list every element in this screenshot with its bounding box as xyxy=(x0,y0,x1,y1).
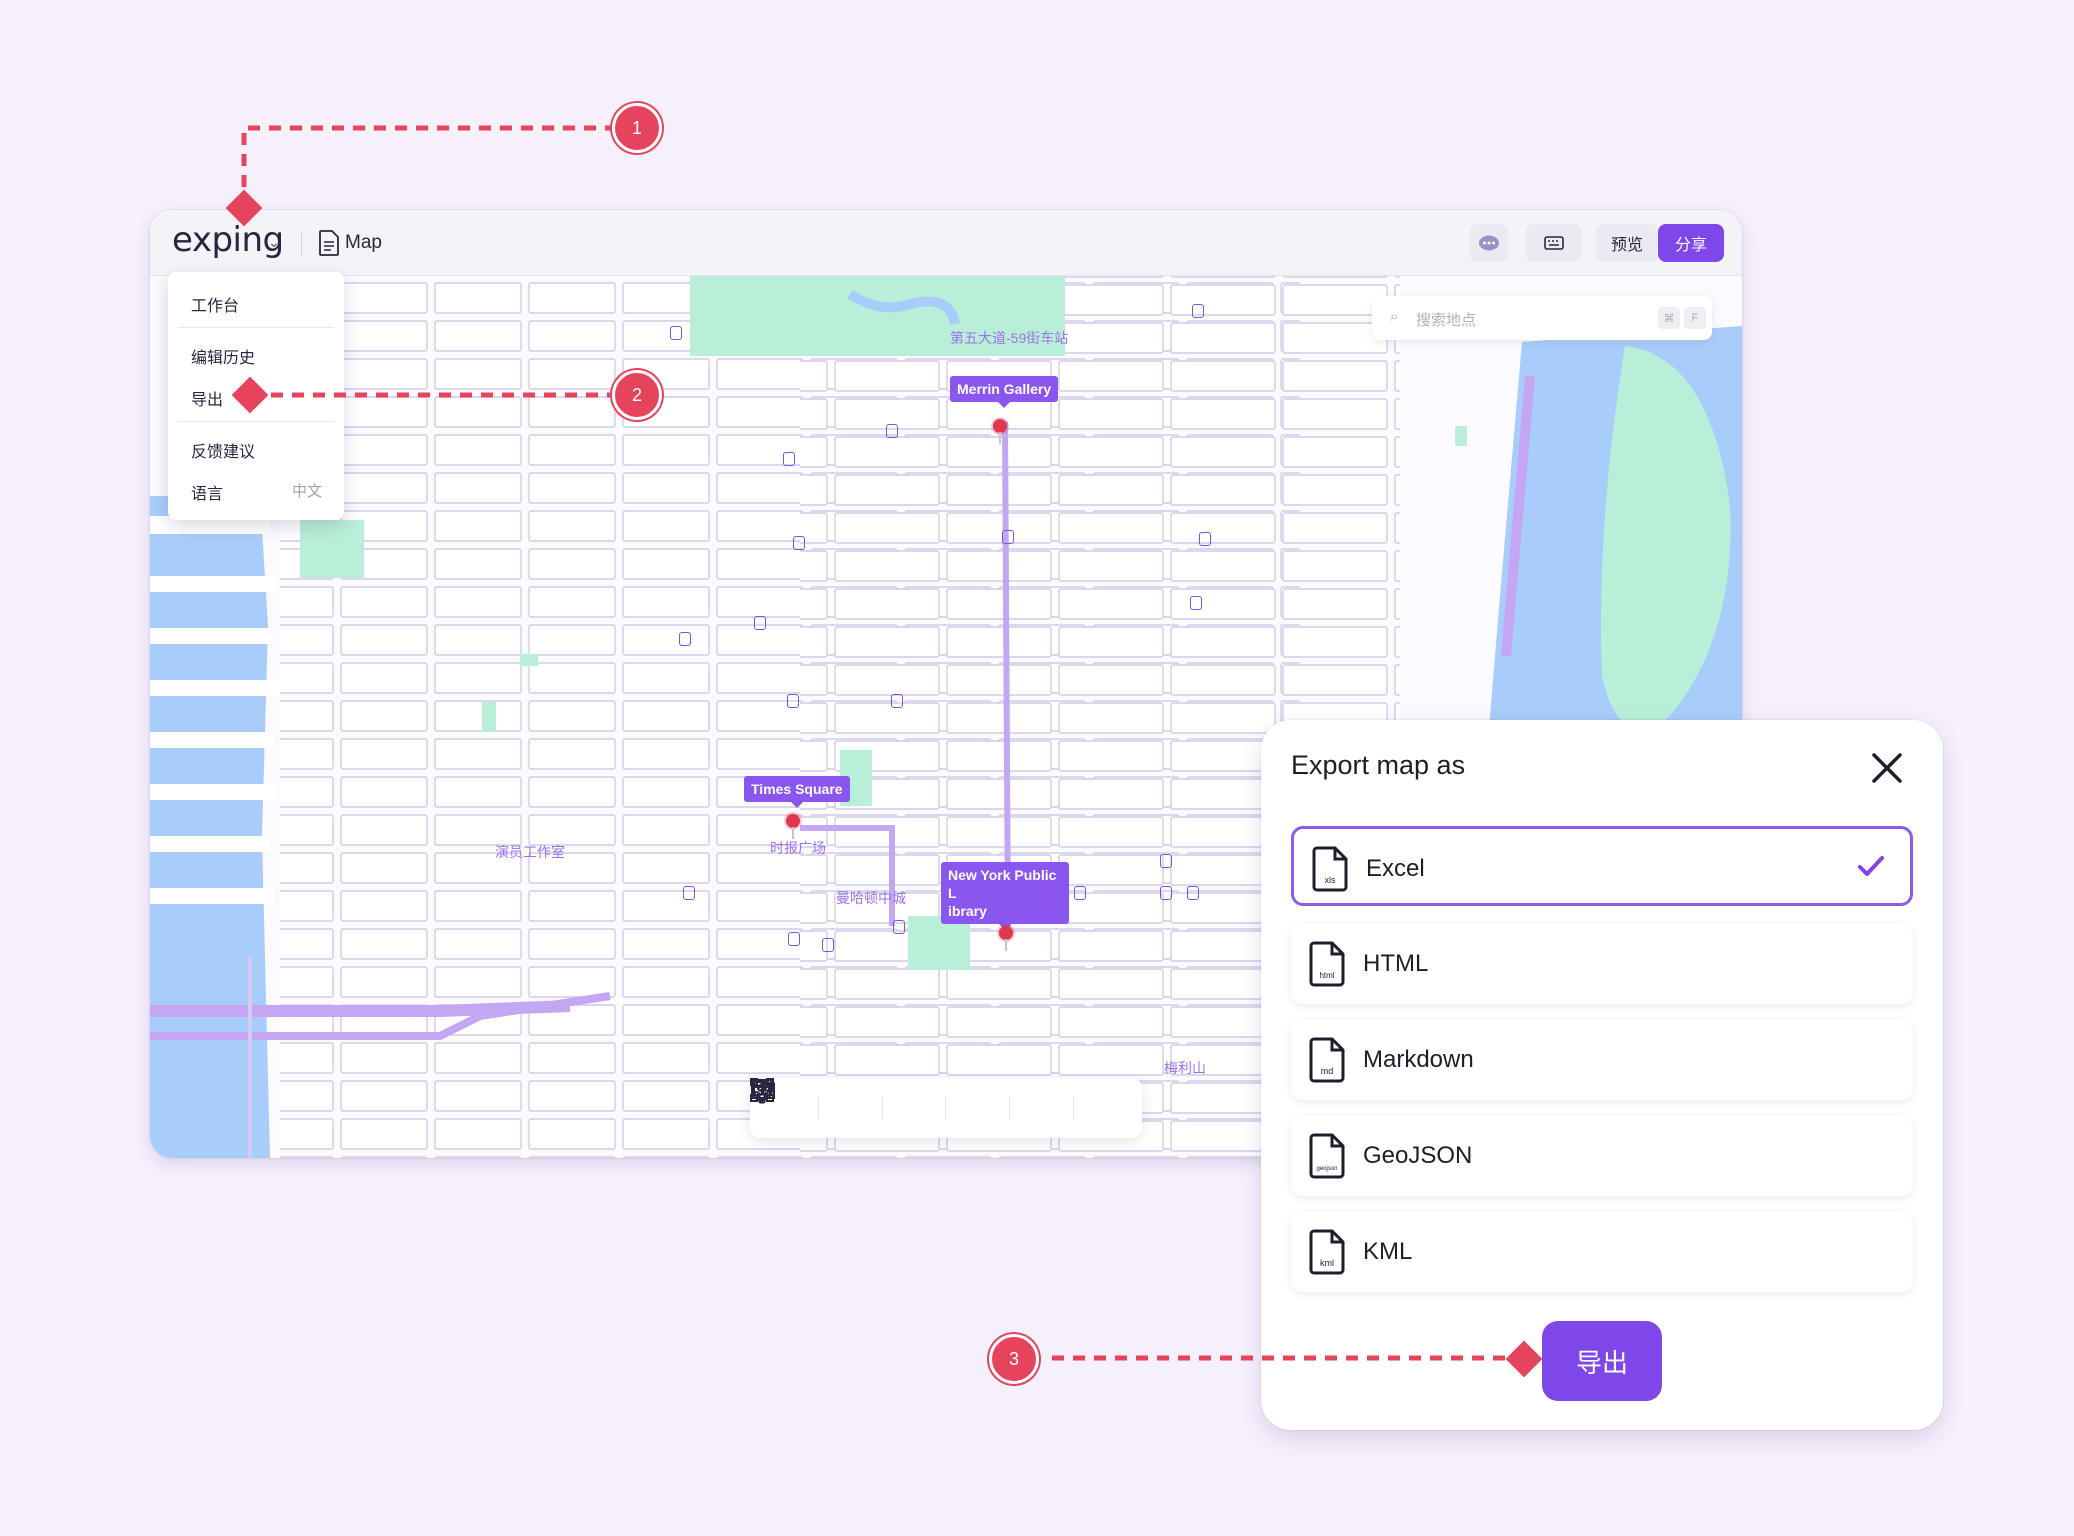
option-label: HTML xyxy=(1363,950,1429,977)
transit-icon[interactable] xyxy=(788,932,800,946)
export-option-markdown[interactable]: md Markdown xyxy=(1291,1020,1913,1100)
search-placeholder[interactable]: 搜索地点 xyxy=(1416,309,1476,330)
transit-icon[interactable] xyxy=(1074,886,1086,900)
option-label: KML xyxy=(1363,1238,1413,1265)
export-dialog: Export map as xls Excel html HTML md Mar… xyxy=(1261,720,1943,1430)
chevron-down-icon[interactable]: ⌄ xyxy=(268,234,280,251)
transit-icon[interactable] xyxy=(1160,886,1172,900)
transit-icon[interactable] xyxy=(679,632,691,646)
transit-icon[interactable] xyxy=(754,616,766,630)
option-label: Markdown xyxy=(1363,1046,1474,1073)
divider xyxy=(178,421,334,422)
emoji-tool[interactable] xyxy=(751,1079,993,1123)
pin-label-new-york-public-library[interactable]: New York Public L ibrary xyxy=(941,862,1069,930)
map-pin[interactable] xyxy=(786,814,800,839)
map-search[interactable]: ⌕ 搜索地点 ⌘ F xyxy=(1372,296,1712,340)
place-label-times-square: 时报广场 xyxy=(770,840,826,856)
document-icon xyxy=(319,230,339,256)
transit-icon[interactable] xyxy=(670,326,682,340)
file-ext: kml xyxy=(1320,1258,1334,1268)
map-pin[interactable] xyxy=(999,926,1013,951)
place-label-murray-hill: 梅利山 xyxy=(1164,1060,1206,1076)
logo[interactable]: exping xyxy=(172,220,284,260)
export-option-excel[interactable]: xls Excel xyxy=(1291,826,1913,906)
map-toolbar xyxy=(750,1078,1142,1138)
transit-icon[interactable] xyxy=(822,938,834,952)
file-ext: geojson xyxy=(1316,1166,1337,1172)
export-option-html[interactable]: html HTML xyxy=(1291,924,1913,1004)
menu-item-feedback[interactable]: 反馈建议 xyxy=(191,438,255,462)
top-bar: exping ⌄ Map 预览 分享 xyxy=(150,210,1742,276)
option-label: GeoJSON xyxy=(1363,1142,1473,1169)
place-label-station: 第五大道-59街车站 xyxy=(950,330,1069,346)
map-pin[interactable] xyxy=(993,419,1007,444)
document-title[interactable]: Map xyxy=(345,232,382,254)
app-menu: 工作台 编辑历史 导出 反馈建议 语言 中文 xyxy=(168,272,344,520)
divider xyxy=(945,1097,947,1119)
transit-icon[interactable] xyxy=(683,886,695,900)
menu-item-export[interactable]: 导出 xyxy=(191,386,223,410)
preview-button[interactable]: 预览 xyxy=(1596,224,1658,262)
location-pin-tool[interactable] xyxy=(751,1079,802,1123)
checkmark-icon xyxy=(1858,856,1884,876)
transit-icon[interactable] xyxy=(886,424,898,438)
pin-label-merrin-gallery[interactable]: Merrin Gallery xyxy=(950,376,1059,408)
transit-icon[interactable] xyxy=(1199,532,1211,546)
dialog-title: Export map as xyxy=(1291,750,1466,780)
close-icon[interactable] xyxy=(1869,750,1905,786)
transit-icon[interactable] xyxy=(787,694,799,708)
search-icon: ⌕ xyxy=(1390,308,1399,325)
divider xyxy=(1072,1097,1074,1119)
kbd-command: ⌘ xyxy=(1658,307,1680,329)
export-option-geojson[interactable]: geojson GeoJSON xyxy=(1291,1116,1913,1196)
step-badge-1: 1 xyxy=(612,103,662,153)
divider xyxy=(818,1097,820,1119)
xls-file-icon: xls xyxy=(1312,846,1348,892)
file-ext: xls xyxy=(1325,875,1336,885)
transit-icon[interactable] xyxy=(1187,886,1199,900)
area-tool[interactable] xyxy=(750,1078,929,1123)
transit-icon[interactable] xyxy=(893,920,905,934)
transit-icon[interactable] xyxy=(1160,854,1172,868)
md-file-icon: md xyxy=(1309,1037,1345,1083)
transit-icon[interactable] xyxy=(1192,304,1204,318)
option-label: Excel xyxy=(1366,855,1425,882)
export-button[interactable]: 导出 xyxy=(1542,1321,1662,1401)
divider xyxy=(1008,1097,1010,1119)
divider xyxy=(881,1097,883,1119)
transit-icon[interactable] xyxy=(1002,530,1014,544)
pin-label-times-square[interactable]: Times Square xyxy=(744,776,850,808)
keyboard-button[interactable] xyxy=(1526,224,1582,262)
transit-icon[interactable] xyxy=(891,694,903,708)
html-file-icon: html xyxy=(1309,941,1345,987)
place-label-studio: 演员工作室 xyxy=(495,844,565,860)
route-tool[interactable] xyxy=(752,1079,866,1123)
chat-button[interactable] xyxy=(1470,224,1508,262)
step-badge-3: 3 xyxy=(989,1334,1039,1384)
divider xyxy=(178,327,334,328)
menu-item-workspace[interactable]: 工作台 xyxy=(191,292,239,316)
file-ext: md xyxy=(1321,1066,1334,1076)
place-label-midtown: 曼哈顿中城 xyxy=(836,890,906,906)
kml-file-icon: kml xyxy=(1309,1229,1345,1275)
menu-item-history[interactable]: 编辑历史 xyxy=(191,344,255,368)
chat-icon xyxy=(1479,235,1499,251)
style-tool[interactable] xyxy=(752,1079,1120,1123)
step-badge-2: 2 xyxy=(612,370,662,420)
geojson-file-icon: geojson xyxy=(1309,1133,1345,1179)
transit-icon[interactable] xyxy=(1190,596,1202,610)
transit-icon[interactable] xyxy=(793,536,805,550)
import-tool[interactable] xyxy=(751,1080,1056,1123)
file-ext: html xyxy=(1319,971,1334,980)
export-option-kml[interactable]: kml KML xyxy=(1291,1212,1913,1292)
divider xyxy=(301,232,302,256)
paint-roller-icon xyxy=(752,1079,773,1104)
menu-item-language[interactable]: 语言 xyxy=(191,480,223,504)
keyboard-icon xyxy=(1544,236,1564,250)
share-button[interactable]: 分享 xyxy=(1658,224,1724,262)
transit-icon[interactable] xyxy=(783,452,795,466)
kbd-f: F xyxy=(1684,307,1706,329)
language-value: 中文 xyxy=(291,483,322,500)
